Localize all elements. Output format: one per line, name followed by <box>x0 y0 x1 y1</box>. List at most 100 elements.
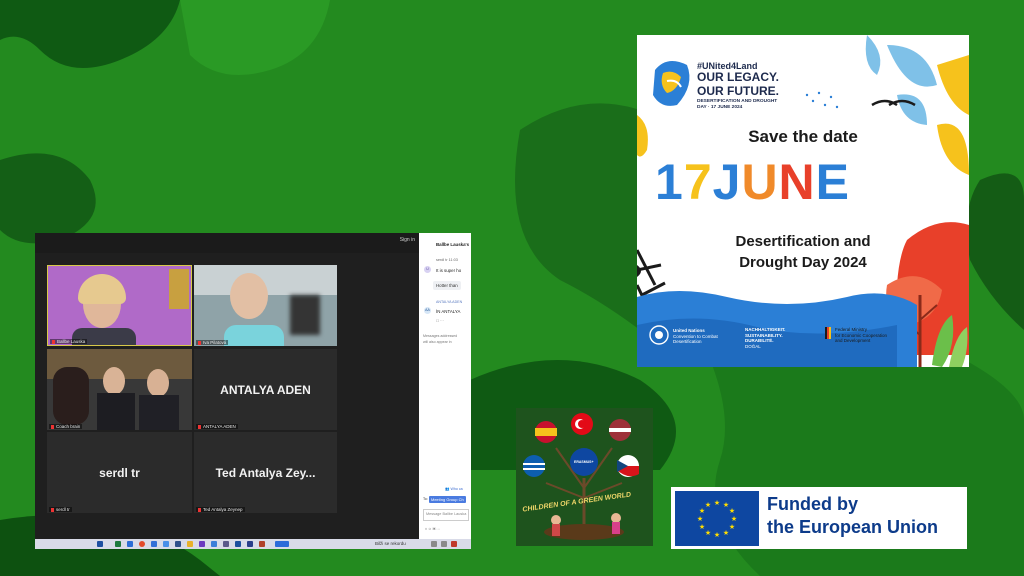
european-union-text: the European Union <box>767 517 938 537</box>
chat-message-input[interactable]: Message Ballbe Lauska <box>423 509 469 521</box>
word-icon[interactable] <box>235 541 241 547</box>
bmz-line-3: and Development <box>835 338 871 343</box>
blurred-area <box>290 295 320 335</box>
eu-stars: ★ ★★ ★★★ ★★★ ★★★ <box>697 499 737 539</box>
video-tile-3[interactable]: Coach brain <box>47 349 192 430</box>
participant-name-large: serdl tr <box>99 465 140 480</box>
poster-subline: DESERTIFICATION AND DROUGHT DAY · 17 JUN… <box>697 99 778 110</box>
chat-input-placeholder: Message Ballbe Lauska <box>426 512 467 516</box>
teams-icon[interactable] <box>199 541 205 547</box>
tile-name-text: Ted Antalya Zeynep <box>203 507 243 512</box>
wall-poster <box>169 269 189 309</box>
chat-note: Messages addressed <box>423 334 458 338</box>
sustainability-fr: DURABILITÉ. <box>745 338 774 343</box>
excel-icon[interactable] <box>115 541 121 547</box>
eu-funding-banner: ★ ★ ★ ★ ★ ★ ★ ★ ★ ★ ★ ★ Funded by the European U… <box>671 487 967 549</box>
zoom-icon[interactable] <box>275 541 289 547</box>
tray-icon[interactable] <box>451 541 457 547</box>
word-icon[interactable] <box>127 541 133 547</box>
participant-face <box>230 273 268 319</box>
video-tile-6[interactable]: Ted Antalya Zey... Ted Antalya Zeynep <box>194 432 337 513</box>
tile-name-text: Coach brain <box>56 424 81 429</box>
desertification-poster: #UNited4Land OUR LEGACY. OUR FUTURE. DES… <box>637 35 969 367</box>
tile-name: Ballbe Lauska <box>50 339 88 344</box>
participant-shirt <box>97 393 135 430</box>
mail-icon[interactable] <box>211 541 217 547</box>
participant-hair <box>78 274 126 304</box>
participant-shirt <box>139 395 179 430</box>
date-day: 17 <box>655 154 713 210</box>
chat-toolbar-icons[interactable]: ⌗ ☺ ▣ ⋯ <box>425 527 440 531</box>
participant-shirt <box>224 325 284 346</box>
mic-muted-icon <box>198 340 201 345</box>
folder-icon[interactable] <box>187 541 193 547</box>
event-title: Desertification and Drought Day 2024 <box>637 231 969 273</box>
powerpoint-icon[interactable] <box>259 541 265 547</box>
sustainability-de: NACHHALTIGKEIT. <box>745 327 786 332</box>
windows-taskbar: Bilži se rekordu <box>35 539 471 549</box>
tile-name-text: Iva Pilatová <box>203 340 227 345</box>
sign-in-link[interactable]: Sign in <box>400 237 415 243</box>
tile-name-text: ANTALYA ADEN <box>203 424 236 429</box>
date-char: N <box>778 154 816 210</box>
poster-slogan-1: OUR LEGACY. <box>697 70 780 84</box>
video-tile-1[interactable]: Ballbe Lauska <box>47 265 192 346</box>
store-icon[interactable] <box>163 541 169 547</box>
participant-face <box>147 369 169 397</box>
video-tile-4[interactable]: ANTALYA ADEN ANTALYA ADEN <box>194 349 337 430</box>
mic-muted-icon <box>51 507 54 512</box>
participant-name-large: Ted Antalya Zey... <box>215 465 316 480</box>
tile-name-text: serdl tr <box>56 507 70 512</box>
video-tile-5[interactable]: serdl tr serdl tr <box>47 432 192 513</box>
svg-text:★: ★ <box>714 531 720 539</box>
who-can-see-link[interactable]: 👥 Who ca <box>445 487 463 491</box>
reaction-icon[interactable]: ☐ ··· <box>436 319 444 323</box>
bmz-line-1: Federal Ministry <box>835 327 868 332</box>
mic-muted-icon <box>51 424 54 429</box>
eu-flag-icon: ★ ★ ★ ★ ★ ★ ★ ★ ★ ★ ★ ★ <box>675 491 759 546</box>
tile-name-text: Ballbe Lauska <box>57 339 86 344</box>
svg-text:★: ★ <box>705 501 711 509</box>
to-label: To: <box>423 497 428 501</box>
svg-text:★: ★ <box>714 499 720 507</box>
app-icon[interactable] <box>175 541 181 547</box>
participant-face <box>103 367 125 395</box>
chat-title: Ballbe Lauska's <box>436 242 470 247</box>
avatar: U <box>424 266 431 273</box>
edge-icon[interactable] <box>151 541 157 547</box>
sustainability-text: NACHHALTIGKEIT. SUSTAINABILITY. DURABILITÉ… <box>745 327 785 349</box>
event-title-line-1: Desertification and <box>735 233 871 250</box>
search-icon[interactable] <box>97 541 103 547</box>
participant-hair <box>53 367 89 425</box>
mic-muted-icon <box>52 339 55 344</box>
svg-text:★: ★ <box>723 529 729 537</box>
recipient-dropdown[interactable]: Meeting Group Ch <box>429 496 466 503</box>
date-month: JUNE <box>713 154 850 210</box>
date-char: 1 <box>655 154 684 210</box>
tile-name: ANTALYA ADEN <box>196 424 238 429</box>
chat-sender: serdl tr 11:03 <box>436 258 458 262</box>
participant-name-large: ANTALYA ADEN <box>220 382 311 397</box>
date-char: 7 <box>683 154 713 210</box>
meeting-top-bar: Sign in <box>35 233 419 253</box>
svg-text:★: ★ <box>699 523 705 531</box>
un-name: United Nations <box>673 328 705 333</box>
tray-icon[interactable] <box>441 541 447 547</box>
chat-note: will also appear in <box>423 340 452 344</box>
zoom-meeting-window: Sign in Ballbe Lauska Iva Pilatová Coach… <box>35 233 471 549</box>
date-char: E <box>815 154 851 210</box>
tile-name: Iva Pilatová <box>196 340 229 345</box>
chrome-icon[interactable] <box>139 541 145 547</box>
svg-text:★: ★ <box>697 515 703 523</box>
video-tile-2[interactable]: Iva Pilatová <box>194 265 337 346</box>
app-icon[interactable] <box>223 541 229 547</box>
chat-sender: ANTALYA ADEN <box>436 300 463 304</box>
date-char: U <box>741 154 779 210</box>
children-of-a-green-world-logo: ERASMUS+ CHILDREN OF A GREEN WORLD <box>516 408 653 546</box>
event-title-line-2: Drought Day 2024 <box>739 254 867 271</box>
tile-name: Ted Antalya Zeynep <box>196 507 245 512</box>
app-icon[interactable] <box>247 541 253 547</box>
chat-message: İN ANTALYA <box>436 309 461 314</box>
erasmus-label: ERASMUS+ <box>574 460 594 464</box>
tray-icon[interactable] <box>431 541 437 547</box>
